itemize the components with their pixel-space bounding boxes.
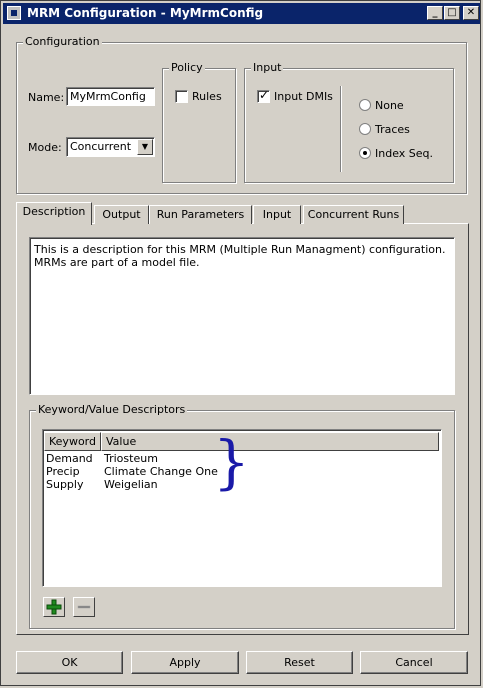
description-textarea[interactable]: This is a description for this MRM (Mult…: [29, 237, 455, 395]
policy-group: Policy: [162, 61, 236, 183]
descriptors-group-label: Keyword/Value Descriptors: [36, 403, 188, 416]
reset-button[interactable]: Reset: [246, 651, 353, 674]
value-cell: Climate Change One: [104, 465, 218, 478]
annotation-brace: }: [213, 428, 250, 496]
keyword-cell: Demand: [46, 452, 93, 465]
input-dmis-checkbox[interactable]: [257, 88, 270, 103]
radio-index-seq[interactable]: [359, 147, 371, 159]
remove-descriptor-button[interactable]: [73, 597, 95, 617]
minus-icon: [77, 605, 91, 609]
rules-label[interactable]: Rules: [192, 90, 222, 103]
radio-index-seq-label[interactable]: Index Seq.: [375, 147, 433, 160]
maximize-button[interactable]: □: [444, 6, 460, 20]
tab-concurrent-runs[interactable]: Concurrent Runs: [303, 205, 404, 224]
mode-select[interactable]: Concurrent ▼: [66, 137, 155, 157]
plus-icon: [46, 599, 62, 615]
mode-label: Mode:: [28, 141, 62, 154]
window-title: MRM Configuration - MyMrmConfig: [27, 6, 264, 20]
policy-group-label: Policy: [169, 61, 205, 74]
value-cell: Triosteum: [104, 452, 158, 465]
cancel-button[interactable]: Cancel: [360, 651, 468, 674]
chevron-down-icon[interactable]: ▼: [137, 139, 153, 155]
configuration-group-label: Configuration: [23, 35, 102, 48]
input-group-label: Input: [251, 61, 284, 74]
title-bar[interactable]: MRM Configuration - MyMrmConfig _ □ ✕: [3, 3, 480, 24]
tab-input[interactable]: Input: [253, 205, 301, 224]
mode-select-value: Concurrent: [70, 140, 132, 153]
column-header-value[interactable]: Value: [101, 432, 439, 451]
input-divider: [340, 86, 342, 172]
name-label: Name:: [28, 91, 65, 104]
descriptors-table[interactable]: Keyword Value Demand Triosteum Precip Cl…: [42, 429, 442, 587]
tab-run-parameters[interactable]: Run Parameters: [149, 205, 252, 224]
keyword-cell: Precip: [46, 465, 80, 478]
add-descriptor-button[interactable]: [43, 597, 65, 617]
minimize-button[interactable]: _: [427, 6, 443, 20]
input-group: Input: [244, 61, 454, 183]
rules-checkbox[interactable]: [175, 90, 188, 103]
close-button[interactable]: ✕: [463, 6, 479, 20]
radio-traces[interactable]: [359, 123, 371, 135]
tab-description[interactable]: Description: [16, 202, 92, 225]
app-icon: [7, 6, 21, 20]
radio-traces-label[interactable]: Traces: [375, 123, 410, 136]
radio-none[interactable]: [359, 99, 371, 111]
name-field[interactable]: MyMrmConfig: [66, 87, 155, 106]
keyword-cell: Supply: [46, 478, 84, 491]
tab-output[interactable]: Output: [94, 205, 149, 224]
apply-button[interactable]: Apply: [131, 651, 239, 674]
mrm-configuration-window: MRM Configuration - MyMrmConfig _ □ ✕ Co…: [0, 0, 481, 686]
column-header-keyword[interactable]: Keyword: [44, 432, 101, 451]
value-cell: Weigelian: [104, 478, 158, 491]
ok-button[interactable]: OK: [16, 651, 123, 674]
radio-none-label[interactable]: None: [375, 99, 404, 112]
input-dmis-label[interactable]: Input DMIs: [274, 90, 333, 103]
